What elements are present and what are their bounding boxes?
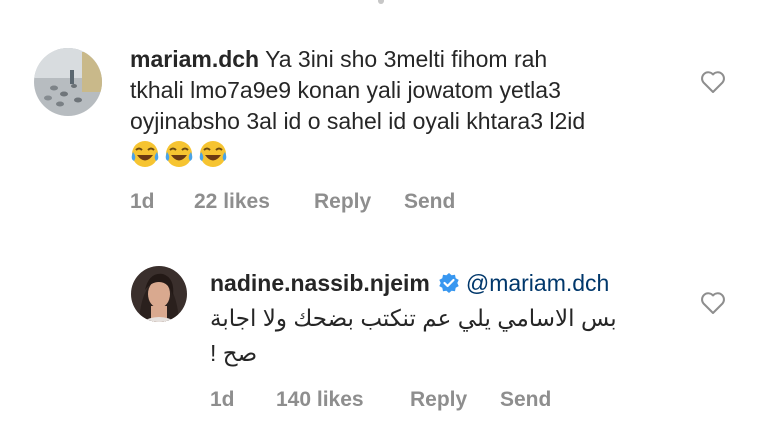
- send-button[interactable]: Send: [500, 388, 551, 412]
- comment-text-line: oyjinabsho 3al id o sahel id oyali khtar…: [130, 108, 586, 134]
- comment-username[interactable]: mariam.dch: [130, 46, 259, 72]
- comment-body: mariam.dch Ya 3ini sho 3melti fihom rah …: [130, 44, 690, 169]
- mention-link[interactable]: @mariam.dch: [466, 270, 610, 296]
- reply-body: nadine.nassib.njeim @mariam.dch بس الاسا…: [210, 268, 690, 369]
- comment-text-line: tkhali lmo7a9e9 konan yali jowatom yetla…: [130, 77, 561, 103]
- comment-meta: 1d 22 likes Reply Send: [130, 190, 455, 214]
- emoji-row: [130, 139, 690, 169]
- scroll-indicator: [378, 0, 384, 4]
- comment-username[interactable]: nadine.nassib.njeim: [210, 270, 430, 296]
- comment-text-line: Ya 3ini sho 3melti fihom rah: [259, 46, 548, 72]
- reply-button[interactable]: Reply: [410, 388, 500, 412]
- face-with-tears-of-joy-icon: [199, 141, 227, 167]
- avatar[interactable]: [34, 48, 102, 116]
- reply-button[interactable]: Reply: [314, 190, 404, 214]
- likes-count[interactable]: 140 likes: [276, 388, 410, 412]
- face-with-tears-of-joy-icon: [165, 141, 193, 167]
- avatar-photo-portrait: [131, 266, 187, 322]
- verified-badge-icon: [439, 273, 459, 293]
- avatar[interactable]: [131, 266, 187, 322]
- send-button[interactable]: Send: [404, 190, 455, 214]
- likes-count[interactable]: 22 likes: [194, 190, 314, 214]
- comment-text-line: صح !: [210, 340, 258, 366]
- avatar-photo-pigeons: [34, 48, 102, 116]
- face-with-tears-of-joy-icon: [131, 141, 159, 167]
- like-heart-icon[interactable]: [700, 70, 726, 94]
- comment-meta: 1d 140 likes Reply Send: [210, 388, 551, 412]
- comment-time: 1d: [130, 190, 155, 213]
- comment-time: 1d: [210, 388, 235, 411]
- comment-text-line: بس الاسامي يلي عم تنكتب بضحك ولا اجابة: [210, 305, 617, 331]
- like-heart-icon[interactable]: [700, 291, 726, 315]
